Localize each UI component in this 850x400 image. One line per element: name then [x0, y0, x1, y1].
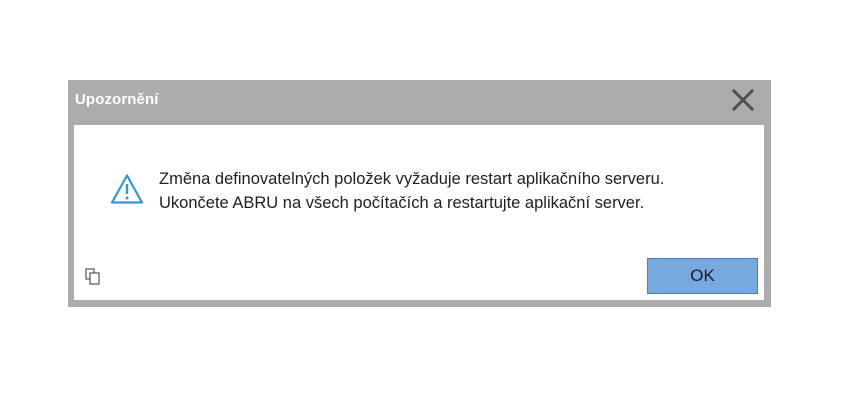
alert-dialog: Upozornění Změna definovatelných položek…: [68, 80, 771, 307]
dialog-message: Změna definovatelných položek vyžaduje r…: [159, 167, 664, 215]
warning-triangle-icon: [110, 174, 144, 204]
ok-button-label: OK: [690, 266, 715, 285]
close-button[interactable]: [728, 88, 758, 114]
close-icon: [731, 88, 755, 112]
message-line-1: Změna definovatelných položek vyžaduje r…: [159, 170, 665, 188]
dialog-title: Upozornění: [75, 91, 159, 108]
dialog-titlebar[interactable]: Upozornění: [68, 80, 771, 122]
message-line-2: Ukončete ABRU na všech počítačích a rest…: [159, 194, 645, 212]
dialog-content: Změna definovatelných položek vyžaduje r…: [74, 125, 764, 300]
copy-icon[interactable]: [85, 268, 101, 285]
ok-button[interactable]: OK: [647, 258, 758, 294]
